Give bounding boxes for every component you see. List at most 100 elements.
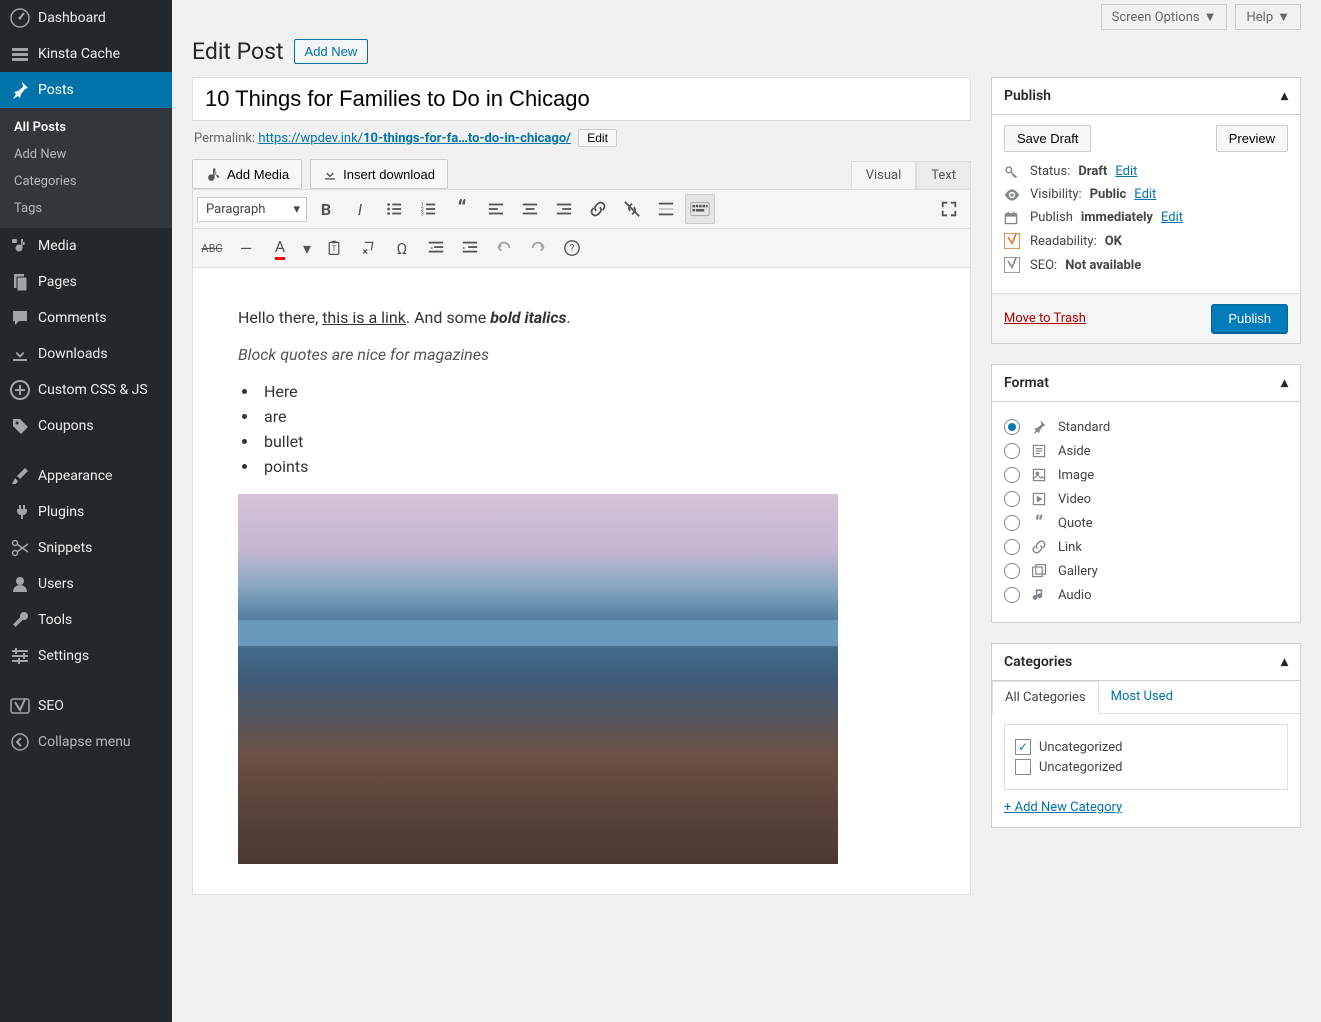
sidebar-item-dashboard[interactable]: Dashboard — [0, 0, 172, 36]
radio-button[interactable] — [1004, 539, 1020, 555]
checkbox[interactable] — [1015, 759, 1031, 775]
help-button[interactable]: Help ▼ — [1235, 4, 1301, 30]
radio-button[interactable] — [1004, 587, 1020, 603]
italic-button[interactable]: I — [345, 194, 375, 224]
tab-all-categories[interactable]: All Categories — [992, 681, 1099, 714]
blockquote-button[interactable]: “ — [447, 194, 477, 224]
text-color-dropdown[interactable]: ▾ — [299, 233, 315, 263]
format-option-link[interactable]: Link — [1004, 538, 1288, 556]
sidebar-item-coupons[interactable]: Coupons — [0, 408, 172, 444]
special-char-button[interactable]: Ω — [387, 233, 417, 263]
screen-options-button[interactable]: Screen Options ▼ — [1101, 4, 1228, 30]
sidebar-item-custom-css-js[interactable]: Custom CSS & JS — [0, 372, 172, 408]
format-option-gallery[interactable]: Gallery — [1004, 562, 1288, 580]
format-box-header[interactable]: Format▴ — [992, 365, 1300, 402]
sidebar-item-settings[interactable]: Settings — [0, 638, 172, 674]
add-new-button[interactable]: Add New — [294, 39, 369, 64]
read-more-button[interactable] — [651, 194, 681, 224]
permalink-link[interactable]: https://wpdev.ink/10-things-for-fa…to-do… — [258, 131, 571, 146]
sidebar-item-downloads[interactable]: Downloads — [0, 336, 172, 372]
eye-icon — [1004, 188, 1022, 202]
radio-button[interactable] — [1004, 515, 1020, 531]
post-title-input[interactable] — [192, 77, 971, 121]
list-item: bullet — [242, 432, 925, 451]
strikethrough-button[interactable]: ABC — [197, 233, 227, 263]
clear-formatting-button[interactable] — [353, 233, 383, 263]
preview-button[interactable]: Preview — [1216, 125, 1288, 152]
sidebar-item-appearance[interactable]: Appearance — [0, 458, 172, 494]
category-item[interactable]: ✓Uncategorized — [1015, 739, 1277, 755]
bullet-list-button[interactable] — [379, 194, 409, 224]
users-icon — [10, 574, 30, 594]
submenu-item-all-posts[interactable]: All Posts — [0, 114, 172, 141]
sidebar-item-tools[interactable]: Tools — [0, 602, 172, 638]
checkbox[interactable]: ✓ — [1015, 739, 1031, 755]
visibility-edit-link[interactable]: Edit — [1134, 187, 1156, 202]
format-option-image[interactable]: Image — [1004, 466, 1288, 484]
category-item[interactable]: Uncategorized — [1015, 759, 1277, 775]
sidebar-item-collapse-menu[interactable]: Collapse menu — [0, 724, 172, 760]
link-button[interactable] — [583, 194, 613, 224]
sidebar-item-comments[interactable]: Comments — [0, 300, 172, 336]
align-right-button[interactable] — [549, 194, 579, 224]
format-label: Aside — [1058, 444, 1091, 459]
status-edit-link[interactable]: Edit — [1115, 164, 1137, 179]
submenu-item-tags[interactable]: Tags — [0, 195, 172, 222]
add-media-button[interactable]: Add Media — [192, 159, 302, 189]
content-image[interactable] — [238, 494, 838, 864]
sidebar-item-pages[interactable]: Pages — [0, 264, 172, 300]
format-option-video[interactable]: Video — [1004, 490, 1288, 508]
submenu-item-add-new[interactable]: Add New — [0, 141, 172, 168]
sidebar-item-label: Tools — [38, 612, 72, 628]
categories-box-header[interactable]: Categories▴ — [992, 644, 1300, 681]
publish-date-edit-link[interactable]: Edit — [1161, 210, 1183, 225]
insert-download-button[interactable]: Insert download — [310, 159, 448, 189]
permalink-edit-button[interactable]: Edit — [578, 129, 617, 147]
format-option-quote[interactable]: “Quote — [1004, 514, 1288, 532]
download-icon — [10, 344, 30, 364]
radio-button[interactable] — [1004, 491, 1020, 507]
sidebar-item-kinsta-cache[interactable]: Kinsta Cache — [0, 36, 172, 72]
undo-button[interactable] — [489, 233, 519, 263]
radio-button[interactable] — [1004, 563, 1020, 579]
tab-most-used[interactable]: Most Used — [1099, 681, 1185, 713]
align-center-button[interactable] — [515, 194, 545, 224]
tab-visual[interactable]: Visual — [851, 161, 917, 190]
sidebar-item-snippets[interactable]: Snippets — [0, 530, 172, 566]
sidebar-item-posts[interactable]: Posts — [0, 72, 172, 108]
numbered-list-button[interactable]: 123 — [413, 194, 443, 224]
toolbar-toggle-button[interactable] — [685, 194, 715, 224]
tab-text[interactable]: Text — [916, 161, 971, 190]
indent-button[interactable] — [455, 233, 485, 263]
save-draft-button[interactable]: Save Draft — [1004, 125, 1091, 152]
text-color-button[interactable]: A — [265, 233, 295, 263]
outdent-button[interactable] — [421, 233, 451, 263]
radio-button[interactable] — [1004, 419, 1020, 435]
sidebar-item-media[interactable]: Media — [0, 228, 172, 264]
help-button[interactable]: ? — [557, 233, 587, 263]
content-link[interactable]: this is a link — [322, 308, 406, 327]
paste-text-button[interactable]: T — [319, 233, 349, 263]
radio-button[interactable] — [1004, 443, 1020, 459]
bold-button[interactable]: B — [311, 194, 341, 224]
fullscreen-button[interactable] — [934, 194, 964, 224]
sidebar-item-users[interactable]: Users — [0, 566, 172, 602]
align-left-button[interactable] — [481, 194, 511, 224]
hr-button[interactable]: — — [231, 233, 261, 263]
sidebar-item-plugins[interactable]: Plugins — [0, 494, 172, 530]
move-to-trash-link[interactable]: Move to Trash — [1004, 311, 1086, 326]
format-option-aside[interactable]: Aside — [1004, 442, 1288, 460]
unlink-button[interactable] — [617, 194, 647, 224]
sidebar-item-seo[interactable]: SEO — [0, 688, 172, 724]
radio-button[interactable] — [1004, 467, 1020, 483]
format-option-audio[interactable]: Audio — [1004, 586, 1288, 604]
format-option-standard[interactable]: Standard — [1004, 418, 1288, 436]
format-select[interactable]: Paragraph ▾ — [197, 197, 307, 222]
submenu-item-categories[interactable]: Categories — [0, 168, 172, 195]
editor-content-area[interactable]: Hello there, this is a link. And some bo… — [192, 268, 971, 895]
publish-box-header[interactable]: Publish▴ — [992, 78, 1300, 115]
redo-button[interactable] — [523, 233, 553, 263]
add-new-category-link[interactable]: + Add New Category — [1004, 800, 1122, 815]
publish-button[interactable]: Publish — [1211, 304, 1288, 333]
video-icon — [1030, 490, 1048, 508]
